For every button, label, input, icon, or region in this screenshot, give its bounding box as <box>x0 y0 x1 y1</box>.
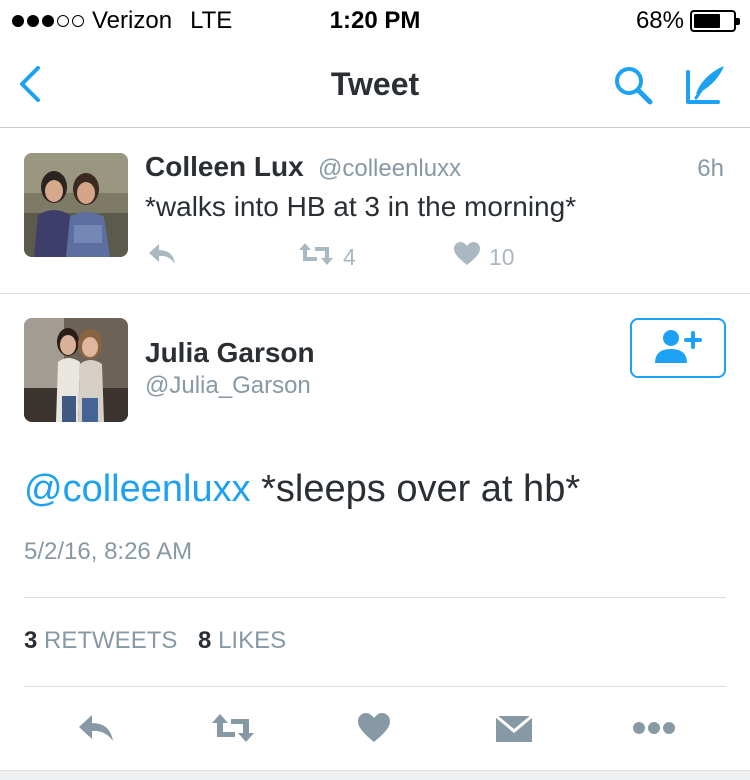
avatar[interactable] <box>24 153 128 257</box>
tweet-text: @colleenluxx *sleeps over at hb* <box>24 468 580 511</box>
likes-count: 8 <box>198 627 212 654</box>
bottom-edge <box>0 770 750 780</box>
mention-link[interactable]: @colleenluxx <box>24 468 251 510</box>
tweet-timestamp: 6h <box>697 155 724 182</box>
heart-icon <box>357 712 391 749</box>
battery-percent: 68% <box>635 7 684 34</box>
search-icon[interactable] <box>612 64 654 106</box>
reply-icon <box>147 241 177 273</box>
like-button[interactable] <box>352 710 396 750</box>
envelope-icon <box>494 712 534 749</box>
reply-button[interactable] <box>147 241 177 273</box>
more-button[interactable] <box>632 710 676 750</box>
divider <box>24 597 726 598</box>
avatar[interactable] <box>24 318 128 422</box>
battery-icon <box>690 10 740 32</box>
status-right: 68% <box>635 7 740 35</box>
tweet-text: *walks into HB at 3 in the morning* <box>145 191 577 222</box>
author-handle[interactable]: @Julia_Garson <box>145 372 311 400</box>
more-icon <box>632 721 676 740</box>
retweet-button[interactable]: 4 <box>297 241 356 273</box>
tweet-date: 5/2/16, 8:26 AM <box>24 538 193 565</box>
author-name[interactable]: Colleen Lux <box>145 151 304 183</box>
author-name[interactable]: Julia Garson <box>145 337 315 369</box>
parent-tweet[interactable]: Colleen Lux @colleenluxx 6h *walks into … <box>0 129 750 294</box>
like-button[interactable]: 10 <box>453 241 515 273</box>
compose-icon[interactable] <box>682 62 728 108</box>
retweet-button[interactable] <box>211 710 255 750</box>
divider <box>24 686 726 687</box>
retweet-icon <box>210 712 256 749</box>
add-user-icon <box>653 327 703 370</box>
retweet-icon <box>297 241 335 273</box>
retweets-count: 3 <box>24 627 38 654</box>
tweet-action-bar <box>0 700 750 760</box>
follow-button[interactable] <box>630 318 726 378</box>
battery-fill <box>694 14 720 28</box>
nav-bar: Tweet <box>0 40 750 128</box>
tweet-stats: 3 RETWEETS 8 LIKES <box>24 627 300 655</box>
tweet-body: *sleeps over at hb* <box>250 468 581 510</box>
tweet-actions: 4 10 <box>145 241 545 273</box>
likes-stat[interactable]: 8 LIKES <box>198 627 286 654</box>
likes-label: LIKES <box>218 627 287 654</box>
retweet-count: 4 <box>343 243 356 270</box>
status-bar: Verizon LTE 1:20 PM 68% <box>0 0 750 40</box>
direct-message-button[interactable] <box>492 710 536 750</box>
like-count: 10 <box>489 243 515 270</box>
reply-button[interactable] <box>74 710 118 750</box>
retweets-stat[interactable]: 3 RETWEETS <box>24 627 177 654</box>
reply-icon <box>77 712 115 749</box>
retweets-label: RETWEETS <box>44 627 178 654</box>
author-handle[interactable]: @colleenluxx <box>318 155 461 183</box>
heart-icon <box>453 241 481 273</box>
